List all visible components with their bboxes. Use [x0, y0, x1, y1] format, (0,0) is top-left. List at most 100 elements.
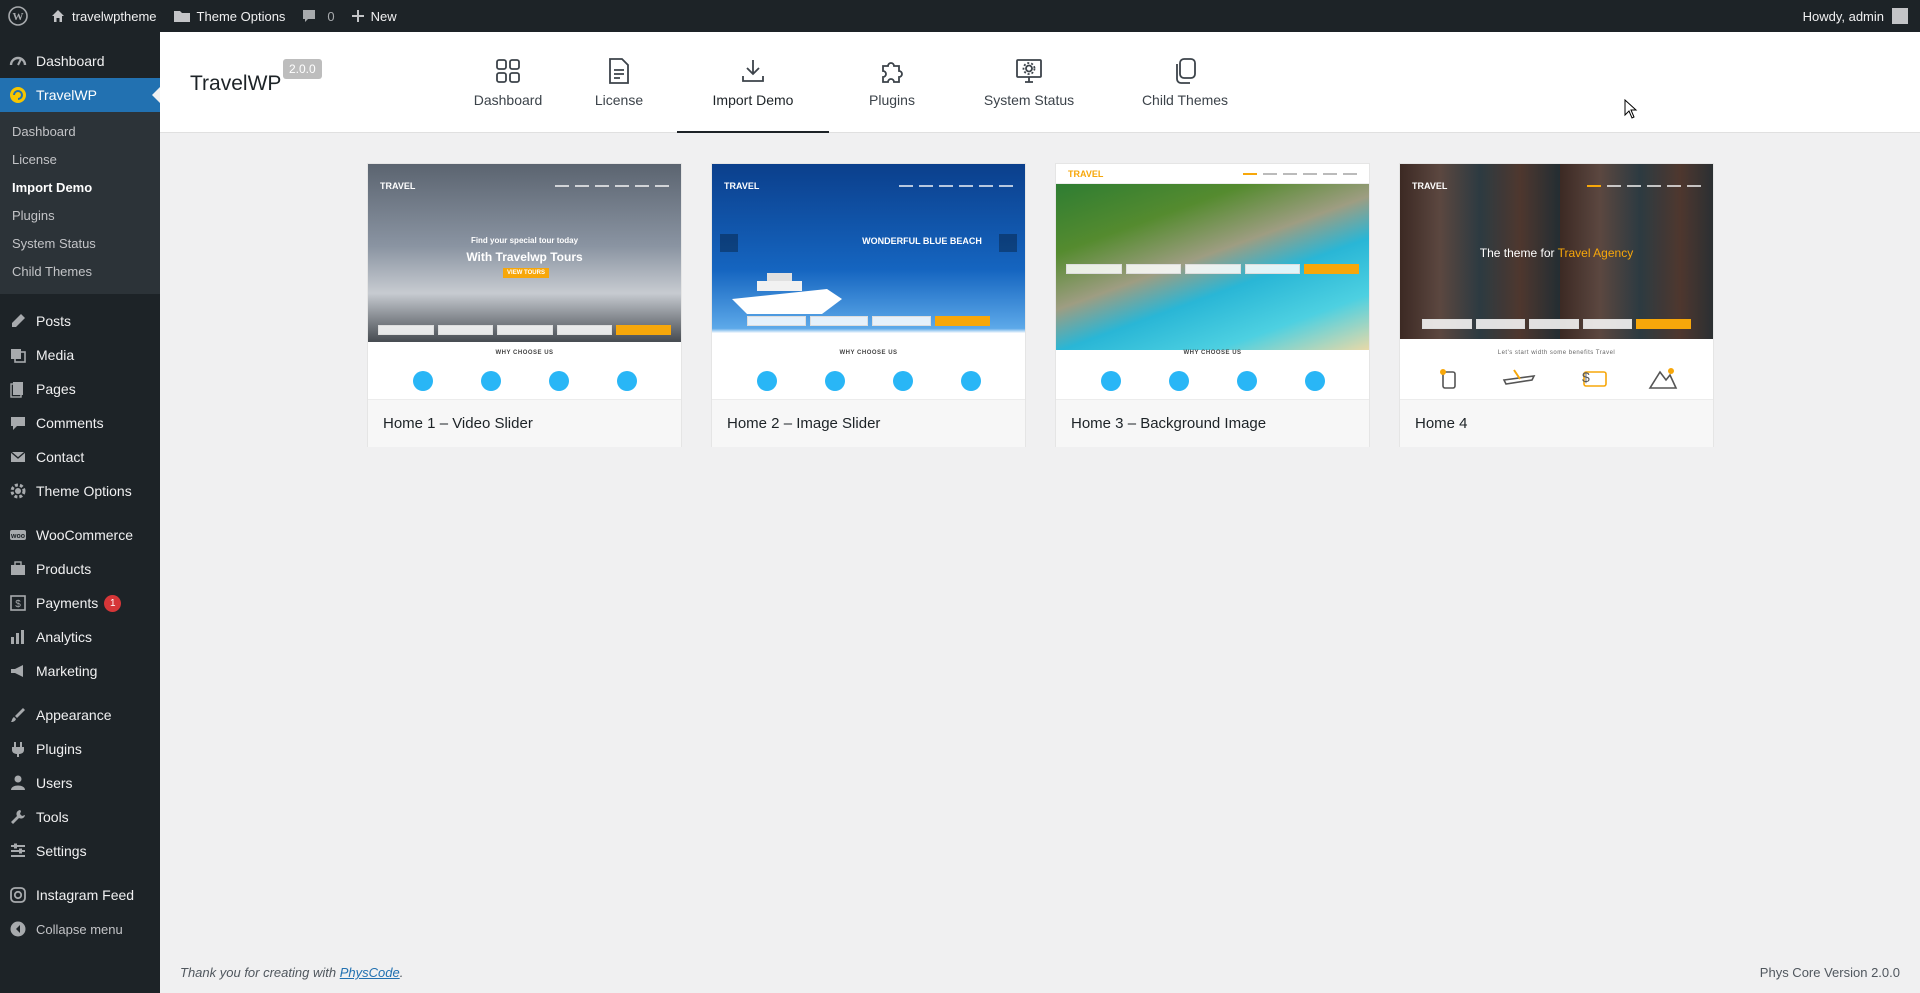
sidebar-item-posts[interactable]: Posts: [0, 304, 160, 338]
mountain-icon: [1648, 368, 1677, 389]
demo-title: Home 2 – Image Slider: [712, 399, 1025, 447]
tab-dashboard[interactable]: Dashboard: [453, 32, 563, 133]
demo-thumbnail[interactable]: TRAVEL The theme for Travel Agency Let's…: [1400, 164, 1713, 399]
tools-icon: [8, 807, 28, 827]
sidebar-item-label: Comments: [36, 415, 104, 431]
sidebar-item-label: Theme Options: [36, 483, 132, 499]
avatar: [1892, 8, 1908, 24]
sidebar-item-analytics[interactable]: Analytics: [0, 620, 160, 654]
sidebar-item-label: Users: [36, 775, 73, 791]
footer-version: Phys Core Version 2.0.0: [1759, 965, 1900, 980]
tab-label: Dashboard: [473, 92, 543, 108]
gear-icon: [8, 481, 28, 501]
new-content-link[interactable]: New: [343, 0, 405, 32]
instagram-icon: [8, 885, 28, 905]
thumb-logo: TRAVEL: [724, 181, 760, 191]
site-name-link[interactable]: travelwptheme: [42, 0, 165, 32]
demo-card-home-3[interactable]: TRAVEL WHY CHOOSE US Home 3 – Background…: [1055, 163, 1370, 447]
svg-text:W: W: [13, 11, 24, 23]
theme-options-link[interactable]: Theme Options: [165, 0, 294, 32]
thumb-hero-highlight: Travel Agency: [1557, 246, 1634, 260]
sidebar-item-users[interactable]: Users: [0, 766, 160, 800]
sidebar-item-marketing[interactable]: Marketing: [0, 654, 160, 688]
submenu-license[interactable]: License: [0, 146, 160, 174]
demo-thumbnail[interactable]: TRAVEL WONDERFUL BLUE BEACH WHY CHOOSE U…: [712, 164, 1025, 399]
sidebar-item-woocommerce[interactable]: woo WooCommerce: [0, 518, 160, 552]
demo-thumbnail[interactable]: TRAVEL WHY CHOOSE US: [1056, 164, 1369, 399]
submenu-system-status[interactable]: System Status: [0, 230, 160, 258]
submenu-dashboard[interactable]: Dashboard: [0, 118, 160, 146]
sidebar-item-dashboard[interactable]: Dashboard: [0, 44, 160, 78]
sidebar-item-theme-options[interactable]: Theme Options: [0, 474, 160, 508]
theme-header-panel: TravelWP 2.0.0 Dashboard License Import …: [160, 32, 1920, 133]
posts-icon: [8, 311, 28, 331]
svg-text:woo: woo: [10, 533, 25, 540]
license-icon: [605, 56, 633, 86]
sidebar-item-plugins[interactable]: Plugins: [0, 732, 160, 766]
tab-license[interactable]: License: [579, 32, 659, 133]
sidebar-item-media[interactable]: Media: [0, 338, 160, 372]
appearance-icon: [8, 705, 28, 725]
tab-label: Child Themes: [1141, 92, 1229, 108]
sidebar-item-label: Collapse menu: [36, 921, 123, 937]
payments-badge: 1: [104, 594, 122, 612]
tab-child-themes[interactable]: Child Themes: [1120, 32, 1250, 133]
sidebar-item-appearance[interactable]: Appearance: [0, 698, 160, 732]
thumb-nav: TRAVEL: [1400, 176, 1713, 196]
submenu-child-themes[interactable]: Child Themes: [0, 258, 160, 286]
admin-sidebar: Dashboard TravelWP Dashboard License Imp…: [0, 32, 160, 993]
monitor-gear-icon: [1015, 56, 1043, 86]
sidebar-item-products[interactable]: Products: [0, 552, 160, 586]
user-account-menu[interactable]: Howdy, admin: [1795, 0, 1920, 32]
plus-icon: [351, 10, 364, 22]
thumb-logo: TRAVEL: [1412, 181, 1448, 191]
sidebar-item-pages[interactable]: Pages: [0, 372, 160, 406]
thumb-nav: TRAVEL: [1056, 164, 1369, 184]
sidebar-item-label: Posts: [36, 313, 72, 329]
demo-card-home-4[interactable]: TRAVEL The theme for Travel Agency Let's…: [1399, 163, 1714, 447]
marketing-icon: [8, 661, 28, 681]
analytics-icon: [8, 627, 28, 647]
tab-plugins[interactable]: Plugins: [847, 32, 937, 133]
tab-label: System Status: [983, 92, 1075, 108]
submenu-plugins[interactable]: Plugins: [0, 202, 160, 230]
products-icon: [8, 559, 28, 579]
tab-label: Import Demo: [712, 92, 794, 108]
sidebar-item-comments[interactable]: Comments: [0, 406, 160, 440]
sidebar-item-contact[interactable]: Contact: [0, 440, 160, 474]
footer-suffix: .: [399, 965, 404, 980]
sidebar-item-travelwp[interactable]: TravelWP: [0, 78, 160, 112]
sidebar-item-label: Settings: [36, 843, 87, 859]
demo-card-home-2[interactable]: TRAVEL WONDERFUL BLUE BEACH WHY CHOOSE U…: [711, 163, 1026, 447]
greeting-text: Howdy, admin: [1802, 8, 1884, 24]
comments-link[interactable]: 0: [293, 0, 342, 32]
sidebar-item-settings[interactable]: Settings: [0, 834, 160, 868]
thumb-hero-line1: WONDERFUL BLUE BEACH: [862, 236, 982, 246]
sidebar-item-instagram-feed[interactable]: Instagram Feed: [0, 878, 160, 912]
thumb-nav: TRAVEL: [368, 176, 681, 196]
sidebar-item-tools[interactable]: Tools: [0, 800, 160, 834]
tab-system-status[interactable]: System Status: [959, 32, 1099, 133]
sidebar-item-payments[interactable]: $ Payments 1: [0, 586, 160, 620]
physcode-link[interactable]: PhysCode: [340, 965, 400, 980]
wordpress-logo-icon[interactable]: W: [0, 0, 42, 32]
sidebar-item-collapse-menu[interactable]: Collapse menu: [0, 912, 160, 946]
dashboard-icon: [8, 51, 28, 71]
mouse-cursor-icon: [1624, 99, 1638, 119]
thumb-cta: VIEW TOURS: [503, 268, 549, 278]
new-label: New: [370, 8, 397, 24]
next-arrow-icon: [999, 234, 1017, 252]
tab-import-demo[interactable]: Import Demo: [677, 32, 829, 133]
comments-icon: [8, 413, 28, 433]
demo-card-home-1[interactable]: TRAVEL Find your special tour today With…: [367, 163, 682, 447]
site-name: travelwptheme: [72, 8, 157, 24]
demo-title: Home 4: [1400, 399, 1713, 447]
payments-icon: $: [8, 593, 28, 613]
demo-title: Home 1 – Video Slider: [368, 399, 681, 447]
svg-text:$: $: [15, 599, 21, 610]
sidebar-item-label: TravelWP: [36, 87, 97, 103]
sidebar-item-label: Analytics: [36, 629, 93, 645]
contact-icon: [8, 447, 28, 467]
demo-thumbnail[interactable]: TRAVEL Find your special tour today With…: [368, 164, 681, 399]
submenu-import-demo[interactable]: Import Demo: [0, 174, 160, 202]
